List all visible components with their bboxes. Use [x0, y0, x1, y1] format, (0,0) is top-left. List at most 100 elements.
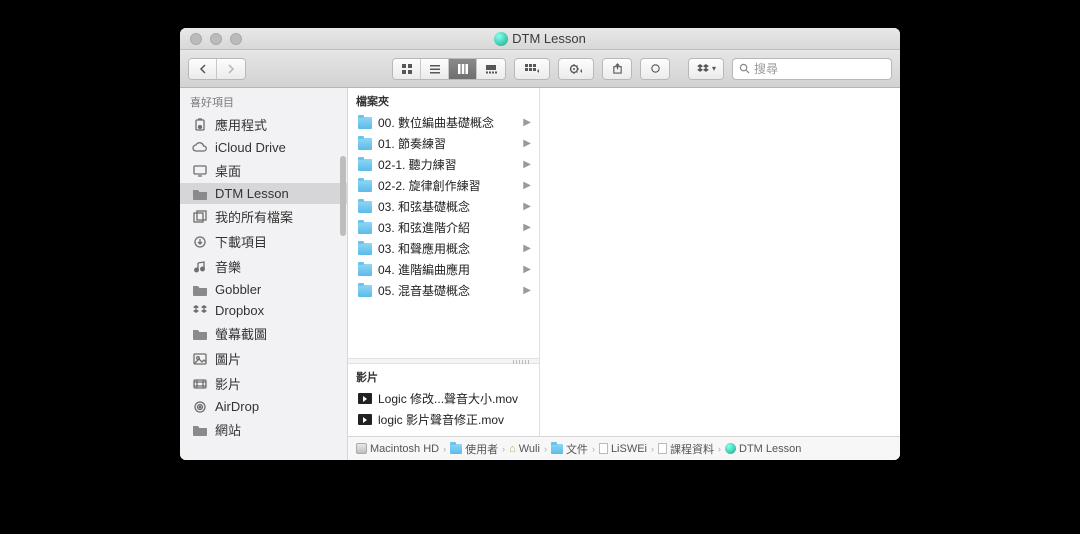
- close-button[interactable]: [190, 33, 202, 45]
- back-button[interactable]: [189, 59, 217, 79]
- sidebar-item-label: 網站: [215, 420, 241, 439]
- sidebar-item-label: 螢幕截圖: [215, 324, 267, 343]
- movies-icon: [192, 377, 208, 391]
- sidebar-item-label: 應用程式: [215, 115, 267, 134]
- sidebar-item-8[interactable]: Dropbox: [180, 300, 347, 321]
- search-field[interactable]: 搜尋: [732, 58, 892, 80]
- folder-item-5[interactable]: 03. 和弦進階介紹▶: [348, 217, 539, 238]
- folder-icon: [358, 138, 372, 150]
- chevron-right-icon: ▶: [523, 201, 531, 212]
- movie-icon: [358, 414, 372, 425]
- title-globe-icon: [494, 32, 508, 46]
- video-item-0[interactable]: Logic 修改...聲音大小.mov: [348, 388, 539, 409]
- sidebar-item-9[interactable]: 螢幕截圖: [180, 321, 347, 346]
- chevron-right-icon: ▶: [523, 243, 531, 254]
- download-icon: [192, 235, 208, 249]
- folder-label: 03. 和弦基礎概念: [378, 198, 470, 215]
- sidebar-item-12[interactable]: AirDrop: [180, 396, 347, 417]
- sidebar-item-11[interactable]: 影片: [180, 371, 347, 396]
- sidebar-item-7[interactable]: Gobbler: [180, 279, 347, 300]
- chevron-right-icon: ▶: [523, 117, 531, 128]
- path-crumb-3[interactable]: 文件: [551, 441, 588, 457]
- sidebar-item-label: 影片: [215, 374, 241, 393]
- action-button[interactable]: [559, 59, 593, 79]
- folder-icon: [358, 222, 372, 234]
- sidebar: 喜好項目 應用程式 iCloud Drive 桌面 DTM Lesson我的所有檔案下…: [180, 88, 348, 460]
- section-divider: [348, 358, 539, 364]
- window-title: DTM Lesson: [180, 31, 900, 46]
- desktop-icon: [192, 164, 208, 178]
- path-separator: ›: [651, 444, 654, 454]
- arrange-button-group: [514, 58, 550, 80]
- video-item-1[interactable]: logic 影片聲音修正.mov: [348, 409, 539, 430]
- sidebar-item-0[interactable]: 應用程式: [180, 112, 347, 137]
- dropbox-icon: [192, 304, 208, 318]
- sidebar-item-3[interactable]: DTM Lesson: [180, 183, 347, 204]
- sidebar-item-5[interactable]: 下載項目: [180, 229, 347, 254]
- apps-icon: [192, 118, 208, 132]
- dropbox-button[interactable]: ▾: [689, 59, 723, 79]
- tags-button[interactable]: [641, 59, 669, 79]
- sidebar-item-label: Gobbler: [215, 282, 261, 297]
- folder-icon: [358, 243, 372, 255]
- path-crumb-4[interactable]: LiSWEi: [599, 443, 647, 455]
- doc-icon: [658, 443, 667, 454]
- sidebar-item-4[interactable]: 我的所有檔案: [180, 204, 347, 229]
- folder-item-3[interactable]: 02-2. 旋律創作練習 ▶: [348, 175, 539, 196]
- path-crumb-5[interactable]: 課程資料: [658, 441, 714, 457]
- column-view: 檔案夾 00. 數位編曲基礎概念▶01. 節奏練習▶02-1. 聽力練習▶02-…: [348, 88, 900, 460]
- icon-view-button[interactable]: [393, 59, 421, 79]
- video-label: logic 影片聲音修正.mov: [378, 411, 504, 428]
- sidebar-item-13[interactable]: 網站: [180, 417, 347, 442]
- folder-icon: [192, 327, 208, 341]
- sidebar-header: 喜好項目: [180, 88, 347, 112]
- sidebar-item-6[interactable]: 音樂: [180, 254, 347, 279]
- folder-label: 02-1. 聽力練習: [378, 156, 457, 173]
- path-crumb-1[interactable]: 使用者: [450, 441, 498, 457]
- folder-label: 02-2. 旋律創作練習: [378, 177, 481, 194]
- sidebar-item-1[interactable]: iCloud Drive: [180, 137, 347, 158]
- path-separator: ›: [502, 444, 505, 454]
- chevron-right-icon: ▶: [523, 264, 531, 275]
- action-button-group: [558, 58, 594, 80]
- sidebar-scrollbar[interactable]: [340, 156, 346, 236]
- video-label: Logic 修改...聲音大小.mov: [378, 390, 518, 407]
- folder-item-6[interactable]: 03. 和聲應用概念 ▶: [348, 238, 539, 259]
- column-1: 檔案夾 00. 數位編曲基礎概念▶01. 節奏練習▶02-1. 聽力練習▶02-…: [348, 88, 540, 436]
- zoom-button[interactable]: [230, 33, 242, 45]
- folder-item-2[interactable]: 02-1. 聽力練習▶: [348, 154, 539, 175]
- music-icon: [192, 260, 208, 274]
- folder-label: 03. 和聲應用概念: [378, 240, 470, 257]
- forward-button[interactable]: [217, 59, 245, 79]
- list-view-button[interactable]: [421, 59, 449, 79]
- path-separator: ›: [718, 444, 721, 454]
- sidebar-item-10[interactable]: 圖片: [180, 346, 347, 371]
- sidebar-item-label: 桌面: [215, 161, 241, 180]
- path-crumb-2[interactable]: ⌂Wuli: [509, 443, 540, 455]
- photos-icon: [192, 352, 208, 366]
- path-crumb-0[interactable]: Macintosh HD: [356, 443, 439, 455]
- column-view-button[interactable]: [449, 59, 477, 79]
- chevron-right-icon: ▶: [523, 180, 531, 191]
- gallery-view-button[interactable]: [477, 59, 505, 79]
- folder-item-1[interactable]: 01. 節奏練習▶: [348, 133, 539, 154]
- folder-item-0[interactable]: 00. 數位編曲基礎概念▶: [348, 112, 539, 133]
- minimize-button[interactable]: [210, 33, 222, 45]
- path-label: 文件: [566, 441, 588, 457]
- view-mode-buttons: [392, 58, 506, 80]
- folder-icon: [192, 283, 208, 297]
- folder-icon: [358, 201, 372, 213]
- chevron-right-icon: ▶: [523, 222, 531, 233]
- folder-item-8[interactable]: 05. 混音基礎概念▶: [348, 280, 539, 301]
- sidebar-item-2[interactable]: 桌面: [180, 158, 347, 183]
- home-icon: ⌂: [509, 443, 516, 455]
- sidebar-item-label: 下載項目: [215, 232, 267, 251]
- sidebar-item-label: 音樂: [215, 257, 241, 276]
- arrange-button[interactable]: [515, 59, 549, 79]
- folder-label: 04. 進階編曲應用: [378, 261, 470, 278]
- share-button[interactable]: [603, 59, 631, 79]
- folder-item-7[interactable]: 04. 進階編曲應用 ▶: [348, 259, 539, 280]
- search-placeholder: 搜尋: [754, 60, 778, 77]
- path-crumb-6[interactable]: DTM Lesson: [725, 443, 801, 455]
- folder-item-4[interactable]: 03. 和弦基礎概念 ▶: [348, 196, 539, 217]
